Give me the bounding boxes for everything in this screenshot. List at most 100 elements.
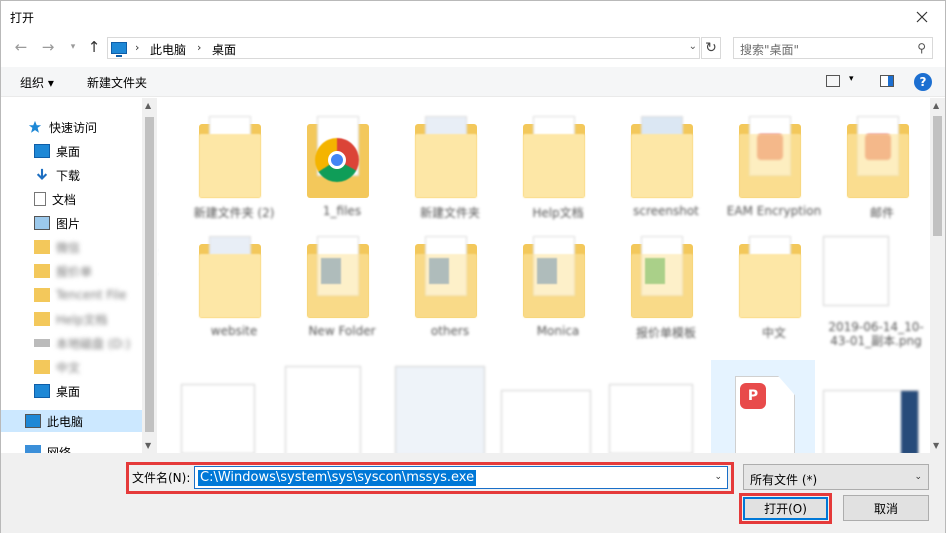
file-tile[interactable]: 1_files [289, 104, 385, 222]
navigation-scrollbar[interactable]: ▲ ▼ [142, 98, 157, 453]
file-name: Monica [536, 324, 580, 338]
sidebar-item-folder[interactable]: Tencent File [34, 284, 159, 306]
folder-icon [34, 360, 50, 374]
breadcrumb-desktop[interactable]: 桌面 [212, 41, 236, 58]
file-name: 新建文件夹 [419, 206, 480, 220]
sidebar-item-downloads[interactable]: 下载 📌 [34, 164, 159, 186]
file-tile[interactable]: 邮件 [829, 104, 925, 222]
file-tile[interactable] [395, 360, 491, 453]
folder-icon [34, 288, 50, 302]
sidebar-item-label: 下载 [56, 168, 81, 183]
recent-locations-button[interactable]: ▾ [63, 37, 83, 57]
open-button[interactable]: 打开(O) [743, 497, 828, 520]
file-tile[interactable] [285, 360, 381, 453]
open-file-dialog: 打开 ← → ▾ ↑ › 此电脑 › 桌面 ⌄ ↻ 搜索"桌面" ⚲ 组织 ▾ … [0, 0, 946, 533]
search-input[interactable]: 搜索"桌面" ⚲ [733, 37, 933, 59]
sidebar-item-pictures[interactable]: 图片 📌 [34, 212, 159, 234]
forward-button[interactable]: → [38, 37, 58, 57]
sidebar-item-drive[interactable]: 本地磁盘 (D:) [34, 332, 159, 354]
file-tile[interactable]: Help文档 [505, 104, 601, 222]
scrollbar-thumb[interactable] [933, 116, 942, 236]
file-list: 新建文件夹 (2) 1_files 新建文件夹 Help文档 screensho… [159, 98, 929, 453]
image-thumbnail [823, 390, 919, 453]
scrollbar-thumb[interactable] [145, 117, 154, 432]
close-button[interactable] [899, 1, 945, 32]
folder-icon [199, 236, 261, 322]
sidebar-item-folder[interactable]: Help文档 [34, 308, 159, 330]
file-tile[interactable]: others [397, 224, 493, 342]
sidebar-item-label: Help文档 [56, 312, 108, 327]
sidebar-item-documents[interactable]: 文档 📌 [34, 188, 159, 210]
preview-pane-icon[interactable] [880, 75, 894, 87]
chevron-down-icon[interactable]: ⌄ [689, 41, 697, 52]
file-tile[interactable]: Monica [505, 224, 601, 342]
file-type-value: 所有文件 (*) [750, 473, 818, 487]
sidebar-item-this-pc[interactable]: 此电脑 [1, 410, 143, 432]
folder-icon [631, 116, 693, 202]
cancel-button-label: 取消 [873, 501, 898, 516]
breadcrumb-this-pc[interactable]: 此电脑 [150, 41, 186, 58]
new-folder-button[interactable]: 新建文件夹 [87, 74, 147, 91]
sidebar-item-folder[interactable]: 中文 [34, 356, 159, 378]
file-tile[interactable]: New Folder [289, 224, 385, 342]
file-tile[interactable]: 新建文件夹 [397, 104, 493, 222]
file-name: New Folder [308, 324, 376, 338]
up-button[interactable]: ↑ [84, 37, 104, 57]
folder-icon [199, 116, 261, 202]
file-name: EAM Encryption [726, 204, 822, 218]
sidebar-item-network[interactable]: 网络 [25, 441, 159, 453]
file-tile[interactable] [181, 360, 277, 453]
pc-icon [25, 414, 41, 428]
refresh-icon: ↻ [705, 40, 717, 56]
file-name: website [210, 324, 258, 338]
file-tile[interactable]: 新建文件夹 (2) [181, 104, 277, 222]
file-list-scrollbar[interactable]: ▲ ▼ [930, 98, 945, 453]
folder-icon [307, 236, 369, 322]
sidebar-item-folder[interactable]: 报价单 📌 [34, 260, 159, 282]
scroll-up-icon[interactable]: ▲ [145, 101, 151, 110]
file-tile[interactable] [823, 360, 919, 453]
file-name: Help文档 [532, 206, 584, 220]
chevron-down-icon[interactable]: ⌄ [714, 472, 722, 482]
file-name: screenshot [633, 204, 699, 218]
organize-button[interactable]: 组织 ▾ [20, 74, 54, 91]
refresh-button[interactable]: ↻ [701, 37, 721, 59]
file-name: 1_files [322, 204, 362, 218]
file-tile[interactable]: 2019-06-14_10-43-01_副本.png [823, 224, 924, 348]
picture-icon [34, 216, 50, 230]
file-tile[interactable] [609, 360, 705, 453]
sidebar-item-folder[interactable]: 微信 📌 [34, 236, 159, 258]
file-tile[interactable]: 报价单模板 [613, 224, 709, 342]
file-tile[interactable]: EAM Encryption [721, 104, 821, 222]
help-icon[interactable]: ? [914, 73, 932, 91]
file-type-select[interactable]: 所有文件 (*) ⌄ [743, 464, 929, 490]
sidebar-item-label: 桌面 [56, 384, 81, 399]
sidebar-item-desktop[interactable]: 桌面 [34, 380, 159, 402]
cancel-button[interactable]: 取消 [843, 495, 929, 521]
file-tile[interactable]: P [711, 360, 815, 453]
scroll-up-icon[interactable]: ▲ [933, 101, 939, 110]
file-tile[interactable]: website [181, 224, 277, 342]
file-tile[interactable]: 中文 [721, 224, 817, 342]
back-button[interactable]: ← [11, 37, 31, 57]
image-thumbnail [181, 384, 255, 453]
folder-icon [523, 236, 585, 322]
sidebar-item-label: 本地磁盘 (D:) [56, 336, 131, 351]
scroll-down-icon[interactable]: ▼ [933, 441, 939, 450]
address-bar[interactable]: › 此电脑 › 桌面 ⌄ [107, 37, 700, 59]
file-tile[interactable] [501, 360, 597, 453]
chevron-down-icon[interactable]: ▾ [849, 74, 854, 84]
folder-icon [847, 116, 909, 202]
filename-value: C:\Windows\system\sys\syscon\mssys.exe [198, 470, 477, 486]
image-thumbnail [609, 384, 693, 453]
scroll-down-icon[interactable]: ▼ [145, 441, 151, 450]
chevron-right-icon: › [197, 41, 202, 54]
sidebar-item-label: 此电脑 [47, 414, 84, 429]
folder-icon [739, 236, 801, 322]
view-options-icon[interactable] [826, 75, 840, 87]
file-tile[interactable]: screenshot [613, 104, 709, 222]
sidebar-item-desktop[interactable]: 桌面 📌 [34, 140, 159, 162]
filename-input[interactable]: C:\Windows\system\sys\syscon\mssys.exe ⌄ [194, 466, 728, 489]
sidebar-item-quick-access[interactable]: 快速访问 [27, 116, 159, 138]
command-bar: 组织 ▾ 新建文件夹 ▾ ? [1, 67, 945, 97]
